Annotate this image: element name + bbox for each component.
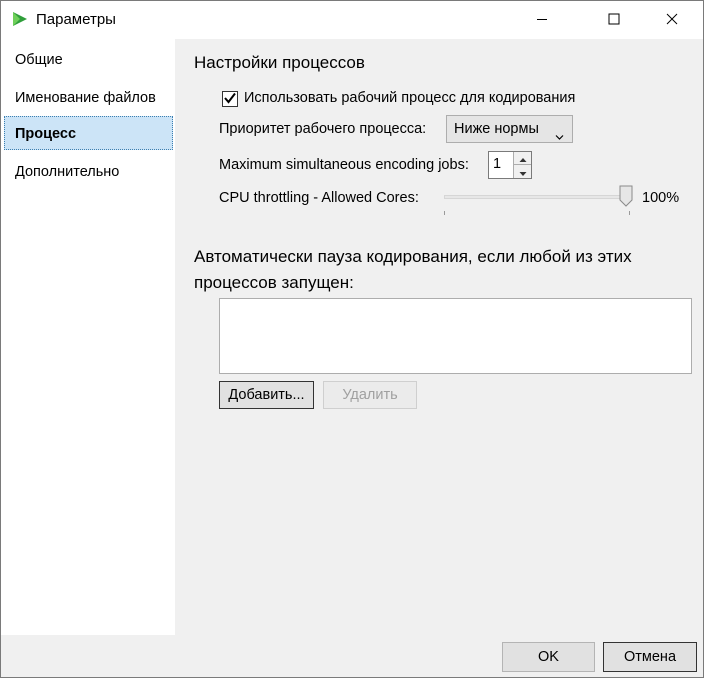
priority-dropdown[interactable]: Ниже нормы bbox=[446, 115, 573, 143]
priority-label: Приоритет рабочего процесса: bbox=[219, 121, 427, 137]
cpu-slider-track[interactable] bbox=[444, 195, 630, 199]
settings-sidebar: Общие Именование файлов Процесс Дополнит… bbox=[1, 39, 175, 635]
jobs-label: Maximum simultaneous encoding jobs: bbox=[219, 157, 469, 173]
checkmark-icon bbox=[223, 91, 237, 108]
sidebar-item-general[interactable]: Общие bbox=[4, 43, 173, 77]
sidebar-item-advanced[interactable]: Дополнительно bbox=[4, 155, 173, 189]
sidebar-item-process[interactable]: Процесс bbox=[4, 116, 173, 150]
arrow-down-icon bbox=[519, 164, 527, 180]
auto-pause-title: Автоматически пауза кодирования, если лю… bbox=[194, 247, 632, 292]
cancel-button[interactable]: Отмена bbox=[603, 642, 697, 672]
chevron-down-icon bbox=[555, 125, 564, 140]
priority-value: Ниже нормы bbox=[454, 121, 539, 137]
process-list[interactable] bbox=[219, 298, 692, 374]
sidebar-item-file-naming[interactable]: Именование файлов bbox=[4, 81, 173, 115]
use-worker-label[interactable]: Использовать рабочий процесс для кодиров… bbox=[244, 90, 575, 106]
stepper-down-button[interactable] bbox=[513, 165, 531, 178]
maximize-button[interactable] bbox=[591, 1, 637, 39]
cpu-slider-ticks bbox=[444, 202, 630, 215]
cpu-percent-text: 100% bbox=[642, 190, 680, 206]
app-logo-icon bbox=[11, 10, 29, 28]
minimize-button[interactable] bbox=[519, 1, 565, 39]
ok-button[interactable]: OK bbox=[502, 642, 595, 672]
section-title: Настройки процессов bbox=[194, 53, 365, 72]
add-process-button[interactable]: Добавить... bbox=[219, 381, 314, 409]
close-icon bbox=[666, 12, 678, 28]
process-settings-panel: Настройки процессов Использовать рабочий… bbox=[175, 39, 703, 635]
use-worker-checkbox[interactable] bbox=[222, 91, 238, 107]
close-button[interactable] bbox=[649, 1, 695, 39]
jobs-stepper[interactable]: 1 bbox=[488, 151, 532, 179]
dialog-footer: OK Отмена bbox=[1, 635, 703, 677]
remove-process-button: Удалить bbox=[323, 381, 417, 409]
settings-window: Параметры Общие Именование файлов Процес… bbox=[0, 0, 704, 678]
cpu-throttling-label: CPU throttling - Allowed Cores: bbox=[219, 190, 419, 206]
maximize-icon bbox=[608, 12, 620, 28]
cpu-slider-thumb[interactable] bbox=[619, 185, 633, 207]
window-title: Параметры bbox=[36, 11, 116, 28]
jobs-value[interactable]: 1 bbox=[493, 156, 501, 172]
minimize-icon bbox=[536, 12, 548, 28]
title-bar[interactable]: Параметры bbox=[1, 1, 703, 39]
